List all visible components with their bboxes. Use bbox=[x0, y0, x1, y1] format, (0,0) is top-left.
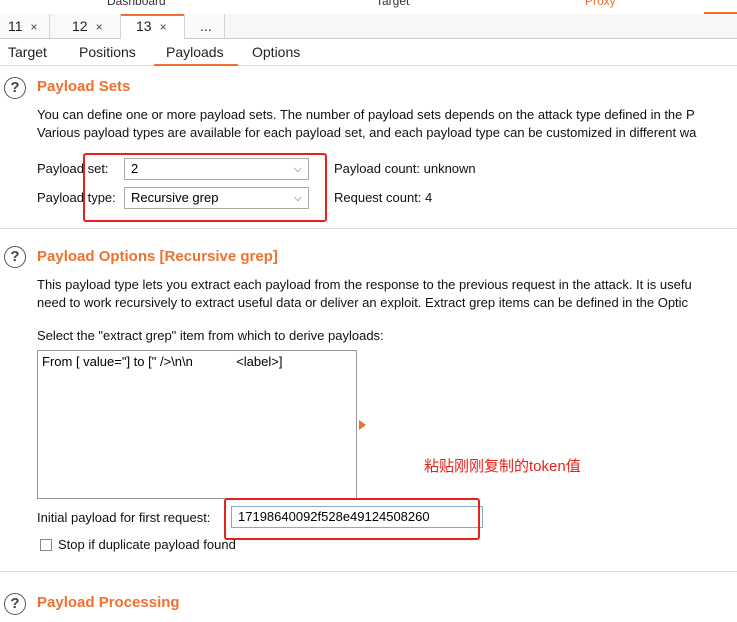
attack-tab-12[interactable]: 12 × bbox=[57, 14, 121, 38]
tab-proxy[interactable]: Proxy bbox=[585, 0, 616, 8]
list-item[interactable]: From [ value="] to [" />\n\n <label>] bbox=[42, 354, 282, 369]
attack-tab-label: 12 bbox=[72, 18, 88, 34]
attack-tab-11[interactable]: 11 × bbox=[0, 14, 50, 38]
tab-target-main[interactable]: Target bbox=[376, 0, 409, 8]
main-tab-strip: Dashboard Target Proxy bbox=[0, 0, 737, 14]
payload-options-description: This payload type lets you extract each … bbox=[37, 277, 692, 292]
close-icon[interactable]: × bbox=[96, 20, 103, 34]
request-count: Request count: 4 bbox=[334, 190, 433, 205]
close-icon[interactable]: × bbox=[31, 20, 38, 34]
attack-tab-label: 13 bbox=[136, 18, 152, 34]
attack-tab-label: 11 bbox=[8, 18, 23, 34]
help-icon[interactable]: ? bbox=[4, 77, 26, 99]
stop-duplicate-label: Stop if duplicate payload found bbox=[58, 537, 236, 552]
highlight-box bbox=[224, 498, 480, 540]
initial-payload-label: Initial payload for first request: bbox=[37, 510, 211, 525]
new-tab-button[interactable]: ... bbox=[185, 14, 225, 38]
highlight-box bbox=[83, 153, 327, 222]
payload-options-description-2: need to work recursively to extract usef… bbox=[37, 295, 689, 310]
tab-dashboard[interactable]: Dashboard bbox=[107, 0, 166, 8]
payload-sets-description: You can define one or more payload sets.… bbox=[37, 107, 695, 122]
stop-duplicate-checkbox[interactable] bbox=[40, 539, 52, 551]
tab-payloads[interactable]: Payloads bbox=[154, 39, 238, 66]
extract-grep-label: Select the "extract grep" item from whic… bbox=[37, 328, 384, 343]
tab-options[interactable]: Options bbox=[252, 39, 300, 65]
attack-tab-row: 11 × 12 × 13 × ... bbox=[0, 14, 737, 39]
payload-count: Payload count: unknown bbox=[334, 161, 476, 176]
payload-sets-description-2: Various payload types are available for … bbox=[37, 125, 697, 140]
tab-positions[interactable]: Positions bbox=[79, 39, 136, 65]
section-divider bbox=[0, 571, 737, 572]
intruder-sub-tabs: Target Positions Payloads Options bbox=[0, 39, 737, 66]
tab-target[interactable]: Target bbox=[8, 39, 47, 65]
payload-options-title: Payload Options [Recursive grep] bbox=[37, 248, 278, 265]
close-icon[interactable]: × bbox=[160, 20, 167, 34]
help-icon[interactable]: ? bbox=[4, 246, 26, 268]
section-divider bbox=[0, 228, 737, 229]
attack-tab-13[interactable]: 13 × bbox=[121, 14, 185, 39]
payload-processing-title: Payload Processing bbox=[37, 594, 180, 611]
payload-sets-title: Payload Sets bbox=[37, 78, 131, 95]
annotation-text: 粘贴刚刚复制的token值 bbox=[424, 458, 581, 475]
help-icon[interactable]: ? bbox=[4, 593, 26, 615]
arrow-right-icon bbox=[359, 420, 366, 430]
extract-grep-list[interactable]: From [ value="] to [" />\n\n <label>] bbox=[37, 350, 357, 499]
